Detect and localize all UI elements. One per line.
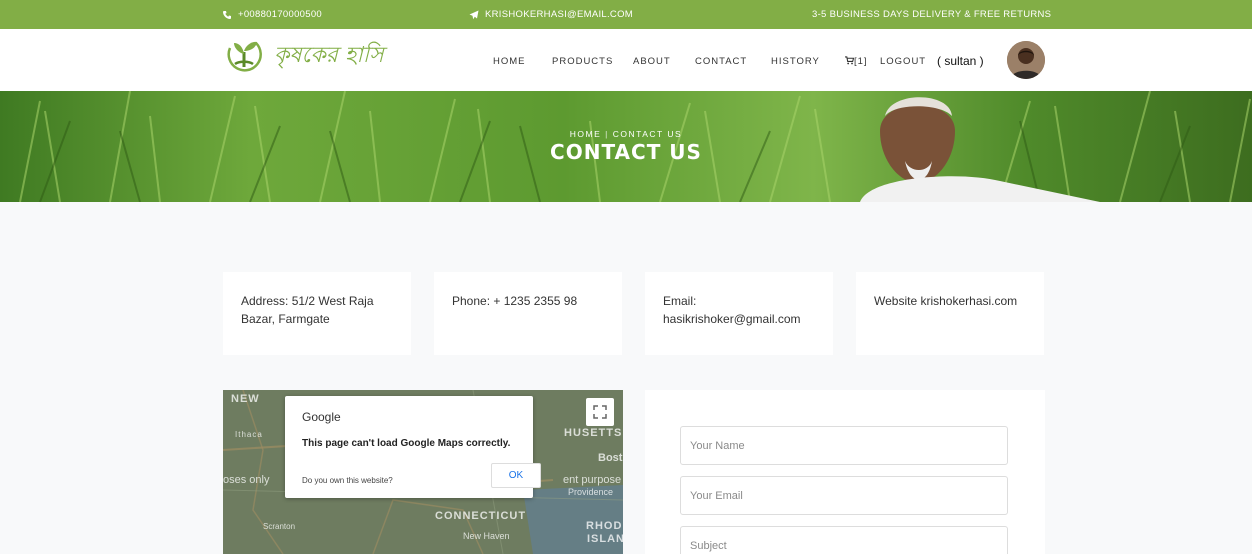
cart-icon bbox=[845, 56, 855, 65]
cart-count: [1] bbox=[854, 56, 868, 67]
map-label: Scranton bbox=[263, 522, 296, 531]
brand-name: কৃষকের হাসি bbox=[274, 42, 384, 68]
breadcrumb-home[interactable]: HOME bbox=[570, 129, 602, 139]
email-label: Email: bbox=[663, 294, 697, 308]
map-label: HUSETTS bbox=[564, 427, 623, 439]
page-hero-banner: HOME | CONTACT US CONTACT US bbox=[0, 91, 1252, 202]
phone-icon bbox=[223, 10, 231, 19]
topbar-phone: +00880170000500 bbox=[222, 9, 322, 20]
map-label: RHODE bbox=[586, 520, 623, 532]
name-field[interactable] bbox=[680, 426, 1008, 465]
top-info-bar: +00880170000500 KRISHOKERHASI@EMAIL.COM … bbox=[0, 0, 1252, 29]
phone-text: Phone: + 1235 2355 98 bbox=[452, 294, 578, 308]
map-label: oses only bbox=[223, 474, 270, 486]
main-navbar: কৃষকের হাসি HOME PRODUCTS ABOUT CONTACT … bbox=[0, 29, 1252, 91]
subject-field[interactable] bbox=[680, 526, 1008, 554]
map-fullscreen-button[interactable] bbox=[586, 398, 614, 426]
contact-card-email: Email: hasikrishoker@gmail.com bbox=[645, 272, 833, 355]
map-dialog-ok-button[interactable]: OK bbox=[491, 463, 541, 488]
map-label: Providence bbox=[568, 487, 614, 497]
topbar-delivery-text: 3-5 BUSINESS DAYS DELIVERY & FREE RETURN… bbox=[812, 9, 1052, 20]
nav-home[interactable]: HOME bbox=[493, 56, 526, 67]
nav-logout[interactable]: LOGOUT bbox=[880, 56, 926, 67]
nav-products[interactable]: PRODUCTS bbox=[552, 56, 613, 67]
address-text: Address: 51/2 West Raja Bazar, Farmgate bbox=[241, 294, 374, 326]
map-error-dialog: Google This page can't load Google Maps … bbox=[285, 396, 541, 498]
map-label: ent purpose bbox=[563, 474, 622, 486]
breadcrumb-separator: | bbox=[605, 129, 609, 139]
contact-card-website: Website krishokerhasi.com bbox=[856, 272, 1044, 355]
website-text[interactable]: Website krishokerhasi.com bbox=[874, 294, 1017, 308]
contact-card-address: Address: 51/2 West Raja Bazar, Farmgate bbox=[223, 272, 411, 355]
google-map[interactable]: NEW Ithaca oses only HUSETTS Bost ent pu… bbox=[223, 390, 623, 554]
user-avatar[interactable] bbox=[1007, 41, 1045, 79]
map-label: CONNECTICUT bbox=[435, 510, 527, 522]
topbar-email-text: KRISHOKERHASI@EMAIL.COM bbox=[485, 9, 633, 20]
sprout-logo-icon bbox=[227, 41, 262, 72]
breadcrumb: HOME | CONTACT US bbox=[0, 129, 1252, 139]
email-field[interactable] bbox=[680, 476, 1008, 515]
map-label: New Haven bbox=[463, 531, 510, 541]
fullscreen-icon bbox=[593, 405, 607, 419]
nav-contact[interactable]: CONTACT bbox=[695, 56, 747, 67]
nav-cart[interactable]: [1] bbox=[845, 56, 868, 67]
email-link[interactable]: hasikrishoker@gmail.com bbox=[663, 310, 815, 328]
user-name: ( sultan ) bbox=[937, 54, 984, 68]
topbar-phone-text: +00880170000500 bbox=[238, 9, 323, 20]
map-dialog-question[interactable]: Do you own this website? bbox=[302, 476, 393, 485]
page-title: CONTACT US bbox=[550, 140, 702, 164]
map-dialog-message: This page can't load Google Maps correct… bbox=[302, 438, 511, 449]
map-label: Bost bbox=[598, 452, 623, 464]
nav-about[interactable]: ABOUT bbox=[633, 56, 671, 67]
contact-form bbox=[645, 390, 1045, 554]
map-label: ISLAND bbox=[587, 533, 623, 545]
contact-card-phone: Phone: + 1235 2355 98 bbox=[434, 272, 622, 355]
topbar-email: KRISHOKERHASI@EMAIL.COM bbox=[469, 9, 633, 20]
paper-plane-icon bbox=[469, 10, 479, 19]
map-dialog-title: Google bbox=[302, 410, 341, 424]
map-label: NEW bbox=[231, 393, 260, 405]
avatar-photo bbox=[1007, 41, 1045, 79]
breadcrumb-current: CONTACT US bbox=[612, 129, 683, 139]
map-label: Ithaca bbox=[235, 430, 263, 439]
site-logo[interactable]: কৃষকের হাসি bbox=[222, 34, 384, 78]
nav-history[interactable]: HISTORY bbox=[771, 56, 820, 67]
